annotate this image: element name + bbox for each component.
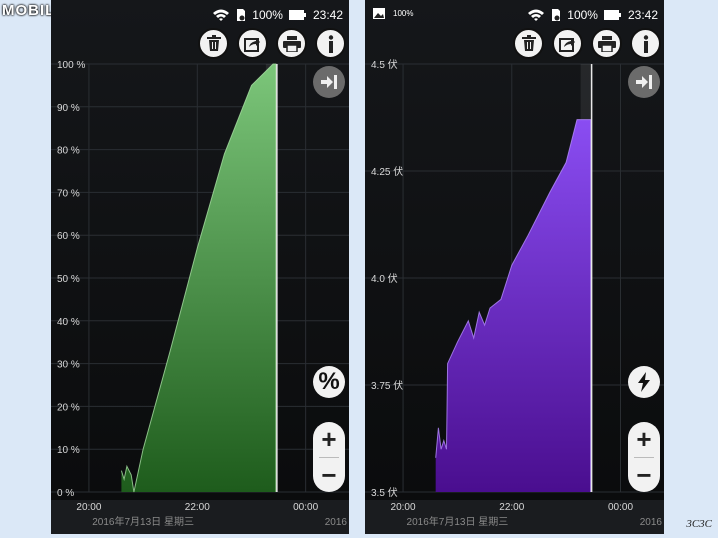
date-label-next: 2016 xyxy=(325,517,348,528)
x-tick-label: 20:00 xyxy=(391,502,416,513)
zoom-control: + − xyxy=(628,422,660,492)
percent-mode-button[interactable]: % xyxy=(313,366,345,398)
signature: 3C3C xyxy=(686,518,712,530)
y-tick-label: 20 % xyxy=(57,402,80,413)
status-bar: 100% 23:42 xyxy=(51,0,349,28)
phone-screen-right: 3.5 伏 3.75 伏 4.0 伏 4.25 伏 4.5 伏 20:00 22:00 00:… xyxy=(365,0,664,534)
arrow-to-end-icon xyxy=(636,75,652,89)
y-tick-label: 4.25 伏 xyxy=(371,165,403,178)
date-label: 2016年7月13日 星期三 xyxy=(407,515,509,528)
y-tick-label: 0 % xyxy=(57,488,74,499)
info-button[interactable] xyxy=(315,28,346,59)
delete-button[interactable] xyxy=(513,28,544,59)
y-tick-label: 60 % xyxy=(57,231,80,242)
y-tick-label: 80 % xyxy=(57,146,80,157)
gallery-icon xyxy=(373,8,385,19)
info-icon xyxy=(643,34,648,53)
trash-icon xyxy=(521,35,536,51)
delete-button[interactable] xyxy=(198,28,229,59)
toolbar xyxy=(198,28,346,59)
y-tick-label: 4.5 伏 xyxy=(371,58,398,71)
x-tick-label: 20:00 xyxy=(76,502,101,513)
y-tick-label: 30 % xyxy=(57,360,80,371)
y-tick-label: 3.5 伏 xyxy=(371,486,398,499)
date-label: 2016年7月13日 星期三 xyxy=(92,515,194,528)
sim-icon xyxy=(552,9,561,21)
zoom-out-button[interactable]: − xyxy=(313,458,345,492)
voltage-mode-button[interactable] xyxy=(628,366,660,398)
share-button[interactable] xyxy=(552,28,583,59)
battery-icon xyxy=(288,10,306,20)
phone-screen-left: 0 % 10 % 20 % 30 % 40 % 50 % 60 % 70 % 80 % 90 % 1… xyxy=(51,0,349,534)
y-tick-label: 100 % xyxy=(57,60,85,71)
y-tick-label: 40 % xyxy=(57,317,80,328)
print-button[interactable] xyxy=(276,28,307,59)
print-icon xyxy=(282,35,301,52)
battery-percent-text: 100% xyxy=(252,8,283,22)
clock: 23:42 xyxy=(312,8,343,22)
arrow-to-end-icon xyxy=(321,75,337,89)
zoom-in-button[interactable]: + xyxy=(313,422,345,456)
x-tick-label: 22:00 xyxy=(499,502,524,513)
sim-icon xyxy=(237,9,246,21)
clock: 23:42 xyxy=(627,8,658,22)
date-label-next: 2016 xyxy=(640,517,663,528)
toolbar xyxy=(513,28,661,59)
jump-to-end-button[interactable] xyxy=(313,66,345,98)
y-tick-label: 90 % xyxy=(57,103,80,114)
small-battery-text: 100% xyxy=(393,9,414,18)
zoom-in-button[interactable]: + xyxy=(628,422,660,456)
x-tick-label: 00:00 xyxy=(608,502,633,513)
y-tick-label: 10 % xyxy=(57,445,80,456)
share-button[interactable] xyxy=(237,28,268,59)
y-tick-label: 70 % xyxy=(57,188,80,199)
share-icon xyxy=(244,37,260,52)
battery-percent-text: 100% xyxy=(567,8,598,22)
status-bar: 100% 100% 23:42 xyxy=(365,0,664,28)
zoom-out-button[interactable]: − xyxy=(628,458,660,492)
x-tick-label: 22:00 xyxy=(185,502,210,513)
battery-icon xyxy=(603,10,621,20)
y-tick-label: 50 % xyxy=(57,274,80,285)
share-icon xyxy=(559,37,575,52)
zoom-control: + − xyxy=(313,422,345,492)
y-tick-label: 4.0 伏 xyxy=(371,272,398,285)
battery-voltage-chart: 3.5 伏 3.75 伏 4.0 伏 4.25 伏 4.5 伏 20:00 22:00 00:… xyxy=(365,0,664,534)
print-icon xyxy=(597,35,616,52)
info-button[interactable] xyxy=(630,28,661,59)
jump-to-end-button[interactable] xyxy=(628,66,660,98)
wifi-icon xyxy=(528,9,545,21)
print-button[interactable] xyxy=(591,28,622,59)
wifi-icon xyxy=(213,9,230,21)
battery-percent-chart: 0 % 10 % 20 % 30 % 40 % 50 % 60 % 70 % 80 % 90 % 1… xyxy=(51,0,349,534)
info-icon xyxy=(328,34,333,53)
x-tick-label: 00:00 xyxy=(293,502,318,513)
trash-icon xyxy=(206,35,221,51)
lightning-icon xyxy=(638,372,650,392)
y-tick-label: 3.75 伏 xyxy=(371,379,403,392)
percent-icon: % xyxy=(318,368,340,395)
